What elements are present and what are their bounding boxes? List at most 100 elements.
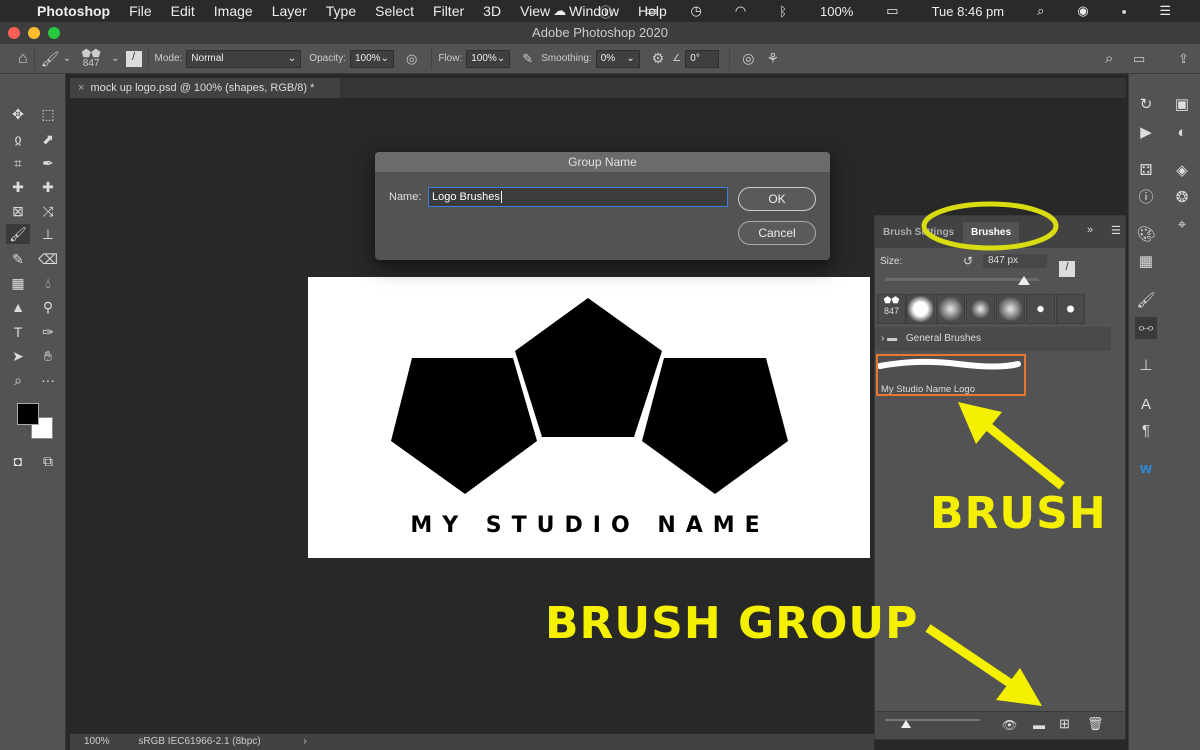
airbrush-icon[interactable]: ✎ xyxy=(522,51,533,67)
menu-type[interactable]: Type xyxy=(326,3,356,19)
color-panel-icon[interactable]: ▣ xyxy=(1171,94,1193,116)
time-machine-icon[interactable]: ◷ xyxy=(691,3,702,19)
share-icon[interactable]: ⇪ xyxy=(1178,51,1189,67)
screen-mode-icon[interactable]: ⧉ xyxy=(38,451,58,471)
siri-icon[interactable]: ◉ xyxy=(1077,3,1088,19)
pressure-opacity-icon[interactable]: ◎ xyxy=(406,51,417,67)
search-icon[interactable]: ⌕ xyxy=(1037,3,1044,19)
brush-preset[interactable]: ⬟⬟ 847 xyxy=(877,294,906,324)
plugin-w-icon[interactable]: w xyxy=(1135,458,1157,480)
menu-file[interactable]: File xyxy=(129,3,152,19)
new-group-folder-icon[interactable]: ▬ xyxy=(1033,718,1045,732)
dodge-tool-icon[interactable]: ⚲ xyxy=(38,297,58,317)
size-slider[interactable] xyxy=(885,278,1039,281)
menu-edit[interactable]: Edit xyxy=(171,3,195,19)
airplay-icon[interactable]: ▭ xyxy=(645,3,657,19)
reset-size-icon[interactable]: ↺ xyxy=(963,254,973,268)
character-icon[interactable]: A xyxy=(1135,394,1157,416)
hand-tool-icon[interactable]: ✋︎ xyxy=(38,346,58,366)
clock[interactable]: Tue 8:46 pm xyxy=(932,4,1005,19)
pen-tool-icon[interactable]: ✑ xyxy=(38,322,58,342)
adjustments-icon[interactable]: ◐ xyxy=(1171,122,1193,144)
patch-tool-icon[interactable]: ✚ xyxy=(38,177,58,197)
path-select-icon[interactable]: ➤ xyxy=(8,346,28,366)
group-name-input[interactable]: Logo Brushes xyxy=(428,187,728,207)
tab-brush-settings[interactable]: Brush Settings xyxy=(875,222,962,248)
angle-field[interactable]: 0° xyxy=(685,49,720,68)
gear-icon[interactable]: ⚙ xyxy=(652,50,665,67)
minimize-window-button[interactable] xyxy=(28,27,40,39)
brush-panel-icon[interactable]: 🖌︎ xyxy=(1135,290,1157,312)
battery-icon[interactable]: ▭ xyxy=(886,3,898,19)
lasso-tool-icon[interactable]: ჲ xyxy=(8,129,28,149)
zoom-window-button[interactable] xyxy=(48,27,60,39)
more-tools-icon[interactable]: ··· xyxy=(38,370,58,390)
brush-preset[interactable] xyxy=(906,294,935,324)
sharpen-tool-icon[interactable]: ▲ xyxy=(8,297,28,317)
menu-3d[interactable]: 3D xyxy=(483,3,501,19)
actions-play-icon[interactable]: ▶ xyxy=(1135,122,1157,144)
menu-layer[interactable]: Layer xyxy=(272,3,307,19)
new-brush-icon[interactable]: / xyxy=(1059,261,1075,277)
symmetry-icon[interactable]: ⚘ xyxy=(766,50,779,67)
home-icon[interactable]: ⌂ xyxy=(18,50,28,68)
zoom-tool-icon[interactable]: ⌕ xyxy=(8,370,28,390)
trash-icon[interactable]: 🗑︎ xyxy=(1087,716,1104,732)
brush-tool-icon[interactable]: 🖌︎ xyxy=(6,224,30,244)
brush-preset[interactable] xyxy=(996,294,1025,324)
brush-preset[interactable] xyxy=(1056,294,1085,324)
swatches-icon[interactable]: 🎨︎ xyxy=(1135,224,1157,246)
move-tool-icon[interactable]: ✥ xyxy=(8,104,28,124)
toggle-preview-icon[interactable]: 👁︎ xyxy=(1002,718,1017,732)
clone-source-icon[interactable]: ⊥ xyxy=(1135,355,1157,377)
layers-icon[interactable]: ◈ xyxy=(1171,160,1193,182)
brush-item-my-studio-name-logo[interactable]: My Studio Name Logo xyxy=(876,354,1026,396)
channels-icon[interactable]: ❂ xyxy=(1171,187,1193,209)
content-aware-move-icon[interactable]: ⤨ xyxy=(38,201,58,221)
history-icon[interactable]: ↻ xyxy=(1135,94,1157,116)
pressure-size-icon[interactable]: ◎ xyxy=(742,50,754,67)
brush-group-general[interactable]: › ▬ General Brushes xyxy=(875,327,1111,351)
tab-brushes[interactable]: Brushes xyxy=(963,222,1020,248)
brush-preset[interactable] xyxy=(966,294,995,324)
close-window-button[interactable] xyxy=(8,27,20,39)
quick-mask-icon[interactable]: ◘ xyxy=(8,451,28,471)
list-icon[interactable]: ☰ xyxy=(1159,3,1171,19)
size-field[interactable]: 847 px xyxy=(983,254,1047,268)
tables-icon[interactable]: ▦ xyxy=(1135,251,1157,273)
healing-tool-icon[interactable]: ✚ xyxy=(8,177,28,197)
eyedropper-tool-icon[interactable]: ✒ xyxy=(38,153,58,173)
brush-preset[interactable] xyxy=(1026,294,1055,324)
info-icon[interactable]: ⓘ xyxy=(599,2,612,21)
cancel-button[interactable]: Cancel xyxy=(738,221,816,245)
zoom-level[interactable]: 100% xyxy=(84,736,110,747)
opacity-field[interactable]: 100% ⌄ xyxy=(349,49,394,68)
menu-select[interactable]: Select xyxy=(375,3,414,19)
battery-label[interactable]: 100% xyxy=(820,4,853,19)
mode-select[interactable]: Normal ⌄ xyxy=(186,49,302,68)
cloud-icon[interactable]: ☁ xyxy=(553,3,566,19)
brush-preset[interactable] xyxy=(936,294,965,324)
new-brush-plus-icon[interactable]: ⊞ xyxy=(1059,716,1070,732)
history-brush-icon[interactable]: ✎ xyxy=(8,249,28,269)
bluetooth-icon[interactable]: ᛒ xyxy=(779,4,787,19)
info-icon[interactable]: ⓘ xyxy=(1135,187,1157,209)
preview-slider-handle[interactable] xyxy=(901,720,911,728)
ok-button[interactable]: OK xyxy=(738,187,816,211)
canvas-document[interactable]: MY STUDIO NAME xyxy=(308,277,870,558)
blur-tool-icon[interactable]: 💧︎ xyxy=(38,273,58,293)
panel-menu-icon[interactable]: ☰ xyxy=(1111,224,1121,237)
type-tool-icon[interactable]: T xyxy=(8,322,28,342)
color-profile[interactable]: sRGB IEC61966-2.1 (8bpc) xyxy=(138,736,260,747)
frame-tool-icon[interactable]: ⊠ xyxy=(8,201,28,221)
stamp-tool-icon[interactable]: ⊥ xyxy=(38,224,58,244)
flag-icon[interactable]: ▪ xyxy=(1122,4,1127,19)
collapse-panel-icon[interactable]: » xyxy=(1087,224,1093,236)
paragraph-icon[interactable]: ¶ xyxy=(1135,420,1157,442)
properties-icon[interactable]: ⚃ xyxy=(1135,160,1157,182)
status-chevron-icon[interactable]: › xyxy=(303,736,306,747)
crop-tool-icon[interactable]: ⌗ xyxy=(8,153,28,173)
marquee-tool-icon[interactable]: ⬚ xyxy=(38,104,58,124)
brush-preset-picker[interactable]: ⬟⬟ 847 xyxy=(77,48,105,69)
workspace-icon[interactable]: ▭ xyxy=(1133,51,1145,67)
